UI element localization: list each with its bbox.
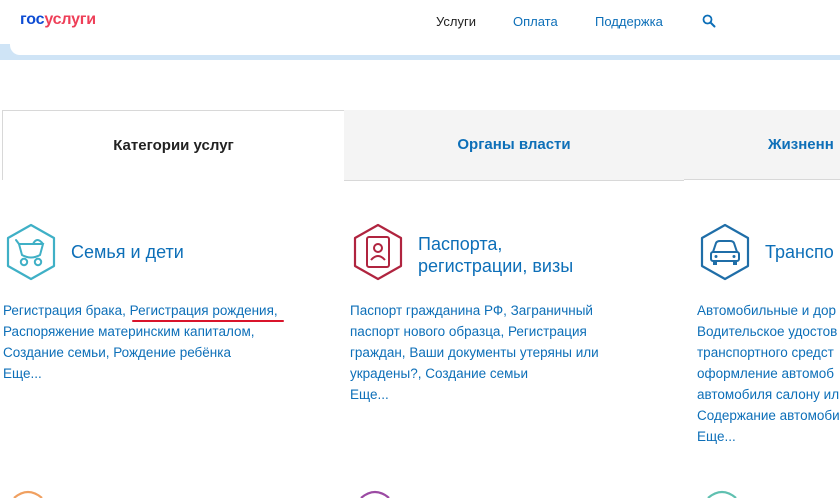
banner-edge xyxy=(0,44,840,60)
passport-links-line3[interactable]: граждан, Ваши документы утеряны или xyxy=(350,342,640,363)
category-transport-title[interactable]: Транспо xyxy=(765,240,834,264)
category-passports-links: Паспорт гражданина РФ, Заграничный паспо… xyxy=(350,300,640,405)
category-family-links: Регистрация брака, Регистрация рождения,… xyxy=(3,300,293,384)
passport-links-line4[interactable]: украдены?, Создание семьи xyxy=(350,363,640,384)
transport-more-link[interactable]: Еще... xyxy=(697,426,840,447)
category-family-title[interactable]: Семья и дети xyxy=(71,240,184,264)
family-more-link[interactable]: Еще... xyxy=(3,363,293,384)
category-passports-title-line2[interactable]: регистрации, визы xyxy=(418,254,573,278)
baby-carriage-icon[interactable] xyxy=(3,222,59,282)
nav-payment[interactable]: Оплата xyxy=(513,14,558,29)
nav-support[interactable]: Поддержка xyxy=(595,14,663,29)
category-transport-links: Автомобильные и дор Водительское удостов… xyxy=(697,300,840,447)
gosuslugi-logo[interactable]: госуслуги xyxy=(20,11,96,29)
top-header: госуслуги Услуги Оплата Поддержка xyxy=(0,0,840,45)
next-category-icon xyxy=(13,490,43,498)
transport-links-line3[interactable]: транспортного средст xyxy=(697,342,840,363)
transport-links-line6[interactable]: Содержание автомоби xyxy=(697,405,840,426)
transport-links-line5[interactable]: автомобиля салону ил xyxy=(697,384,840,405)
category-passports-title-line1[interactable]: Паспорта, xyxy=(418,232,502,256)
nav-services[interactable]: Услуги xyxy=(436,14,476,29)
transport-links-line4[interactable]: оформление автомоб xyxy=(697,363,840,384)
link-birth-registration[interactable]: Регистрация рождения xyxy=(130,303,274,318)
car-icon[interactable] xyxy=(697,222,753,282)
tab-life-situations[interactable]: Жизненн xyxy=(684,110,840,180)
passports-more-link[interactable]: Еще... xyxy=(350,384,640,405)
transport-links-line1[interactable]: Автомобильные и дор xyxy=(697,300,840,321)
logo-part-uslugi: услуги xyxy=(44,11,96,28)
next-category-icon xyxy=(360,490,390,498)
transport-links-line2[interactable]: Водительское удостов xyxy=(697,321,840,342)
link-marriage-registration[interactable]: Регистрация брака xyxy=(3,303,122,318)
tabs-bar: Категории услуг Органы власти Жизненн xyxy=(0,110,840,181)
red-underline-annotation xyxy=(132,320,284,322)
logo-part-gos: гос xyxy=(20,11,45,28)
tab-service-categories[interactable]: Категории услуг xyxy=(2,110,345,180)
passport-links-line2[interactable]: паспорт нового образца, Регистрация xyxy=(350,321,640,342)
tab-authorities[interactable]: Органы власти xyxy=(344,110,684,181)
link-maternity-capital[interactable]: Распоряжение материнским капиталом, xyxy=(3,324,255,339)
passport-links-line1[interactable]: Паспорт гражданина РФ, Заграничный xyxy=(350,300,640,321)
search-icon[interactable] xyxy=(702,14,716,28)
next-category-icon xyxy=(707,490,737,498)
link-family-creation[interactable]: Создание семьи, Рождение ребёнка xyxy=(3,345,231,360)
passport-icon[interactable] xyxy=(350,222,406,282)
